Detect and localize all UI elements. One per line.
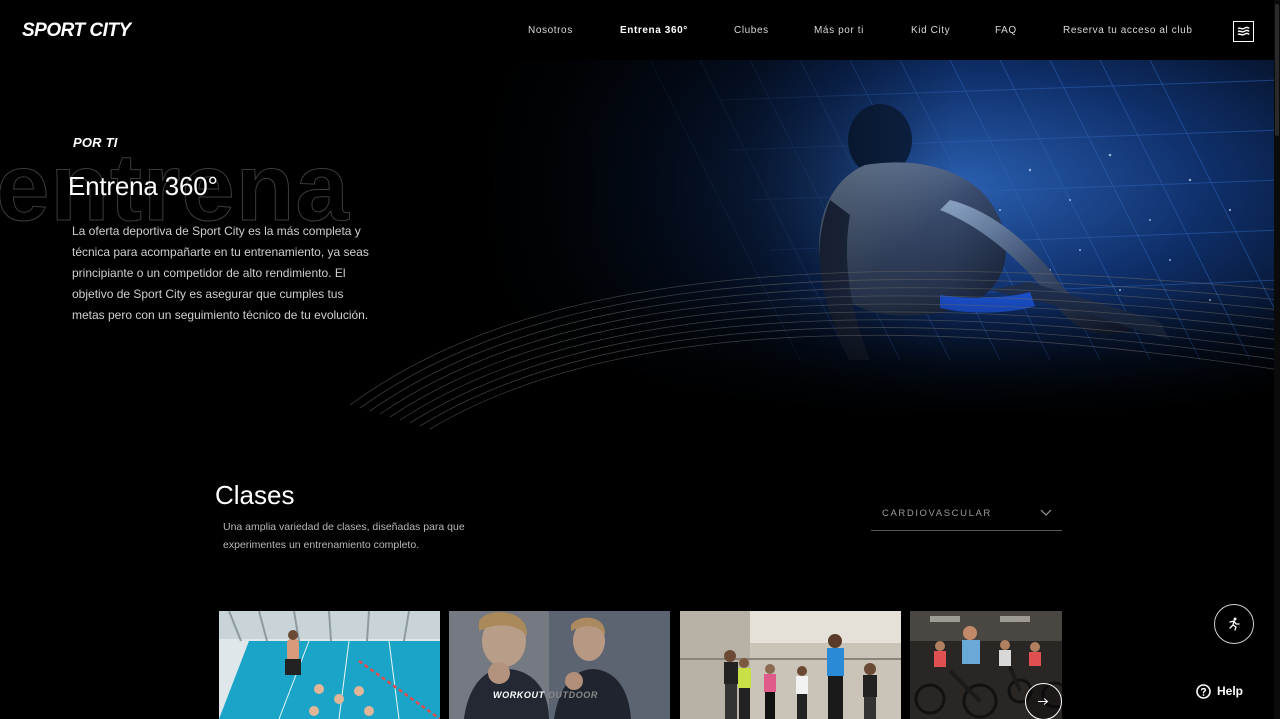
classes-carousel: WORKOUT OUTDOOR: [219, 611, 1062, 719]
classes-title: Clases: [215, 480, 295, 510]
accessibility-runner-icon: [1229, 617, 1240, 631]
classes-description: Una amplia variedad de clases, diseñadas…: [223, 521, 465, 551]
class-card-pool[interactable]: [219, 611, 440, 719]
nav-item-kid-city[interactable]: Kid City: [911, 25, 950, 36]
card-brand-main: WORKOUT: [493, 690, 545, 700]
scrollbar[interactable]: [1274, 0, 1280, 719]
nav-item-mas-por-ti[interactable]: Más por ti: [814, 25, 864, 36]
chevron-down-icon: [1040, 509, 1052, 516]
class-card-kickboxing[interactable]: [680, 611, 901, 719]
category-select-value: CARDIOVASCULAR: [882, 508, 992, 519]
carousel-next-button[interactable]: [1025, 683, 1062, 719]
nav-item-entrena-360[interactable]: Entrena 360°: [620, 25, 688, 36]
wave-menu-icon: [1237, 26, 1250, 36]
hero-title: Entrena 360°: [68, 171, 218, 201]
hero-eyebrow: POR TI: [73, 135, 118, 150]
arrow-right-icon: [1038, 698, 1049, 705]
nav-item-reserva-acceso[interactable]: Reserva tu acceso al club: [1063, 25, 1193, 36]
card-brand-dim: OUTDOOR: [547, 690, 599, 700]
nav-item-faq[interactable]: FAQ: [995, 25, 1017, 36]
accessibility-button[interactable]: [1214, 604, 1254, 644]
main-nav: Nosotros Entrena 360° Clubes Más por ti …: [0, 25, 1280, 41]
hero-description: La oferta deportiva de Sport City es la …: [72, 224, 369, 322]
card-brand-label: WORKOUT OUTDOOR: [493, 690, 598, 700]
site-header: SPORT CITY Nosotros Entrena 360° Clubes …: [0, 0, 1280, 64]
question-circle-icon: [1196, 683, 1211, 699]
nav-item-clubes[interactable]: Clubes: [734, 25, 769, 36]
category-select[interactable]: CARDIOVASCULAR: [871, 500, 1062, 531]
page: SPORT CITY Nosotros Entrena 360° Clubes …: [0, 0, 1280, 719]
help-button[interactable]: Help: [1196, 682, 1243, 700]
class-card-workout-outdoor[interactable]: WORKOUT OUTDOOR: [449, 611, 670, 719]
menu-button[interactable]: [1233, 21, 1254, 42]
help-label: Help: [1217, 684, 1244, 698]
nav-item-nosotros[interactable]: Nosotros: [528, 25, 573, 36]
